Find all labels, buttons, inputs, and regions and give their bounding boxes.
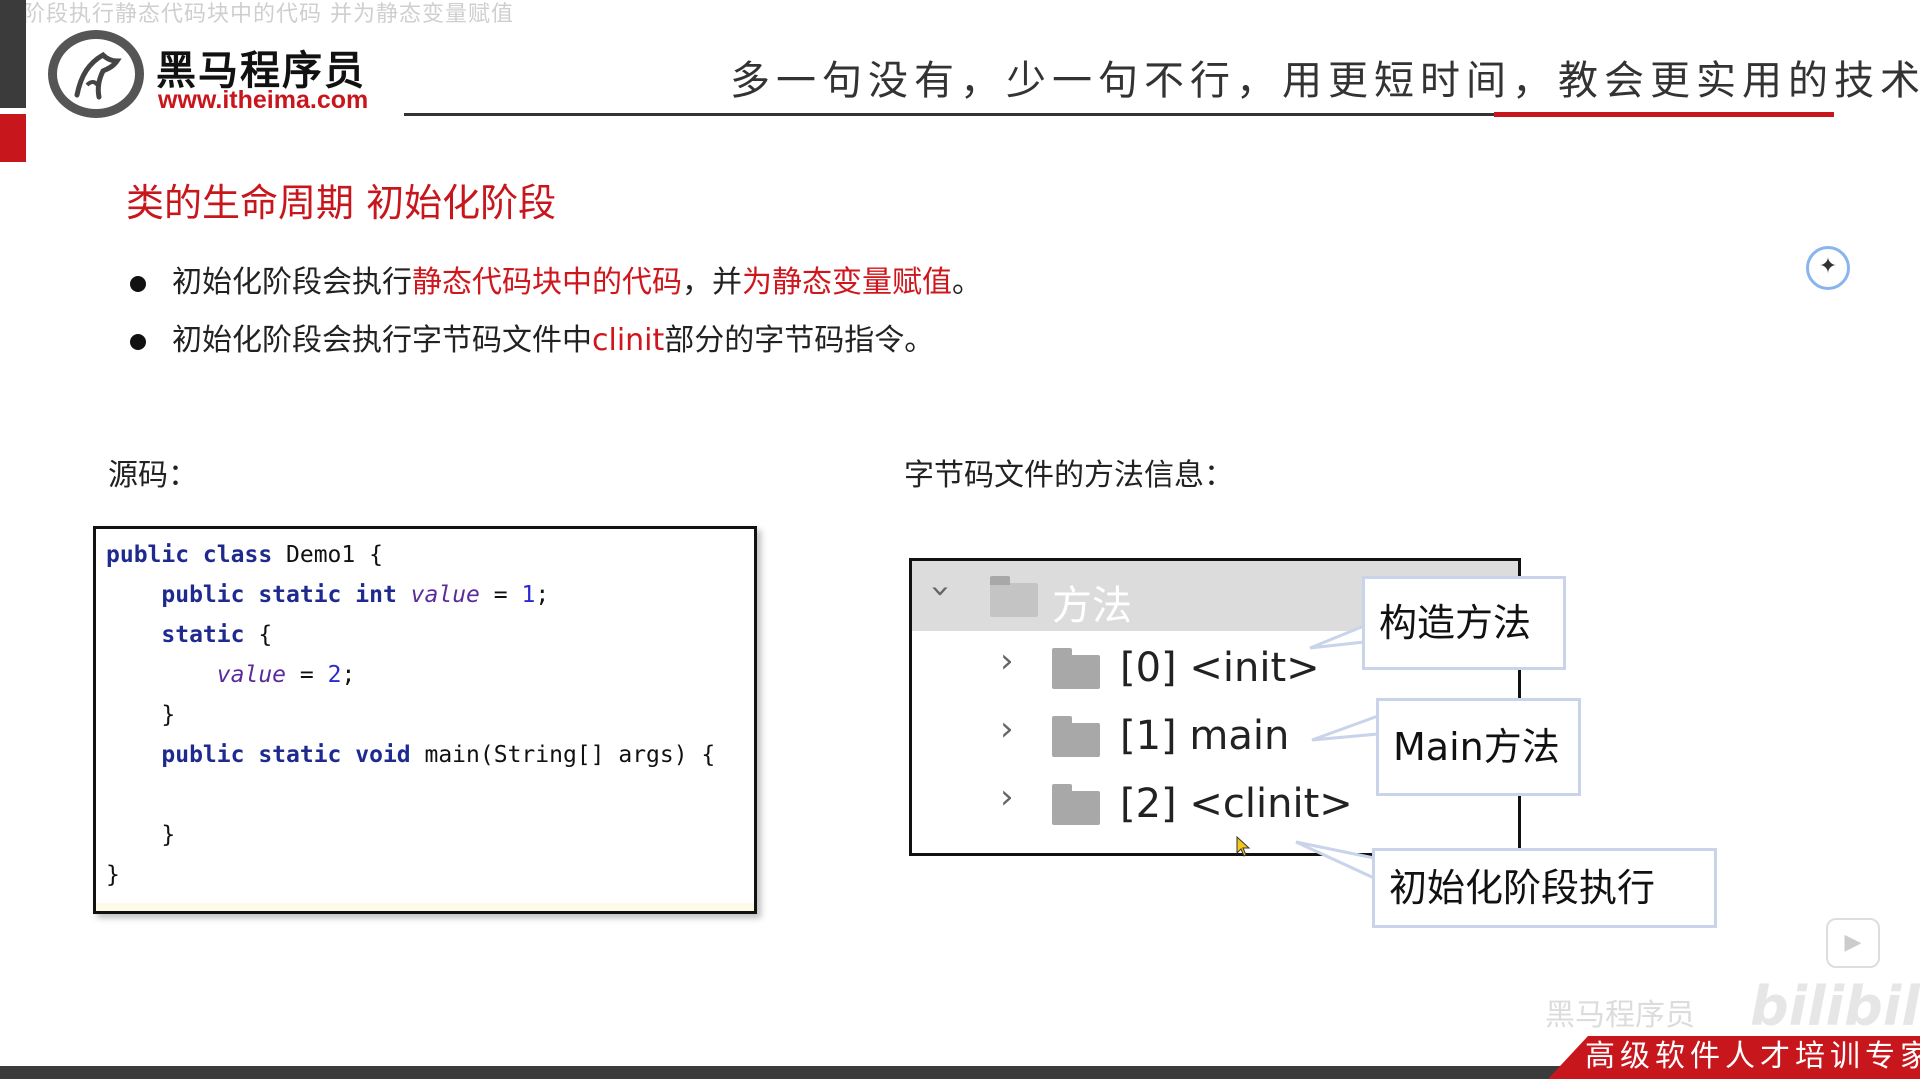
callout-init-phase: 初始化阶段执行 <box>1372 848 1717 928</box>
mouse-cursor-icon <box>1236 836 1251 857</box>
callout-main: Main方法 <box>1376 698 1581 796</box>
bilibili-watermark-icon: bilibili <box>1750 975 1920 1038</box>
watermark-text: 黑马程序员 <box>1545 998 1695 1033</box>
callout-constructor: 构造方法 <box>1362 576 1566 670</box>
footer-tagline: 高级软件人才培训专家 <box>1585 1039 1920 1074</box>
play-icon[interactable]: ▶ <box>1826 918 1880 968</box>
